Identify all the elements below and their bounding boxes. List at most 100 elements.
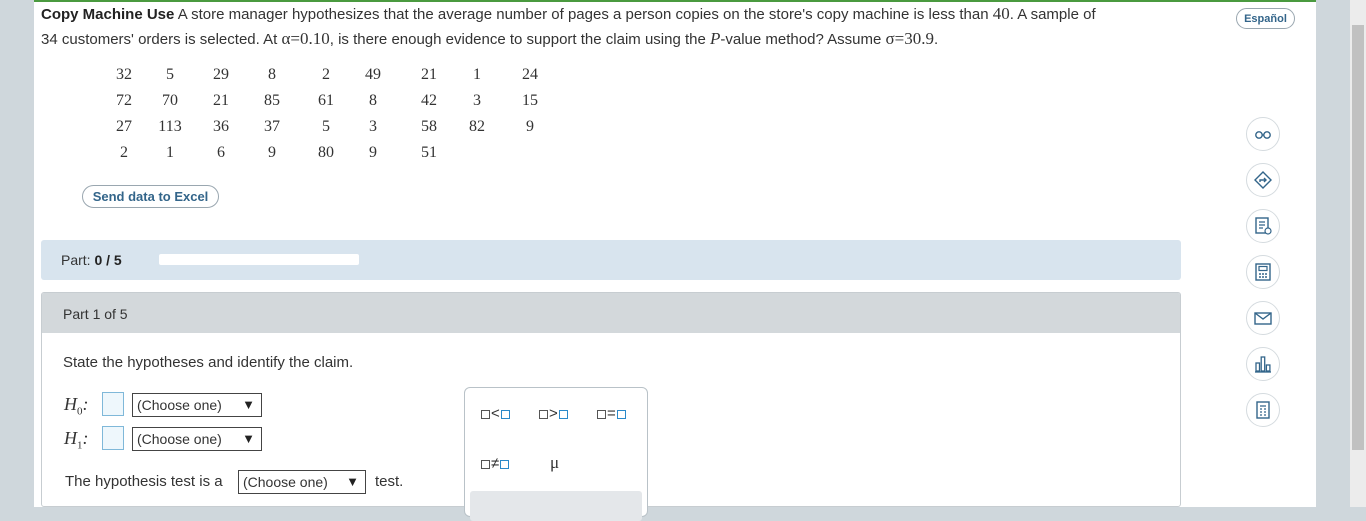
share-arrow-icon [1254,171,1272,189]
checklist-icon [1255,217,1272,235]
data-table: 32 5 29 8 2 49 21 1 24 72 70 21 85 61 8 42 3 15 27 113 36 37 5… [104,62,572,166]
test-type-select[interactable]: (Choose one) ▼ [238,470,366,494]
table-cell: 36 [213,118,229,135]
table-cell: 29 [213,66,229,83]
table-cell: 80 [318,144,334,161]
greater-than-symbol: > [549,405,558,422]
part-header-label: Part 1 of 5 [63,306,128,322]
table-cell: 2 [322,66,330,83]
progress-track [159,254,359,265]
table-cell: 61 [318,92,334,109]
problem-title: Copy Machine Use [41,6,175,23]
table-cell: 37 [264,118,280,135]
table-cell: 49 [365,66,381,83]
table-cell: 15 [522,92,538,109]
problem-text-2: . A sample of [1009,6,1096,23]
table-cell: 5 [322,118,330,135]
placeholder-square-icon [500,409,510,419]
h1-letter: H [64,428,77,448]
alpha-equals: = [290,29,300,48]
table-row: 72 70 21 85 61 8 42 3 15 [104,88,572,114]
progress-value: 0 / 5 [94,252,122,268]
chevron-down-icon: ▼ [242,431,255,446]
h1-symbol-input[interactable] [102,426,124,450]
table-cell: 58 [421,118,437,135]
h1-select-value: (Choose one) [137,431,222,447]
table-cell: 27 [116,118,132,135]
h0-select-value: (Choose one) [137,397,222,413]
palette-footer [470,491,642,521]
placeholder-square-icon [500,459,510,469]
share-tool-button[interactable] [1246,163,1280,197]
placeholder-square-icon [539,409,548,419]
table-cell [488,140,572,166]
calculator-icon [1255,263,1271,281]
table-cell: 1 [166,144,174,161]
send-data-to-excel-button[interactable]: Send data to Excel [82,185,219,208]
table-cell: 51 [421,144,437,161]
progress-label-text: Part: [61,252,91,268]
problem-text-1: A store manager hypothesizes that the av… [177,6,989,23]
right-rail [1316,0,1350,507]
bar-chart-icon [1255,356,1271,373]
not-equal-button[interactable]: ≠ [480,455,510,472]
mu-button[interactable]: μ [550,453,559,473]
table-cell: 2 [120,144,128,161]
table-cell: 72 [116,92,132,109]
chevron-down-icon: ▼ [242,397,255,412]
problem-text-3: customers' orders is selected. At [61,31,278,48]
table-cell: 3 [473,92,481,109]
test-type-select-value: (Choose one) [243,474,328,490]
mail-icon [1254,312,1272,325]
data-table-tool-button[interactable] [1246,393,1280,427]
mu-value: 40 [992,4,1010,23]
part-header: Part 1 of 5 [42,293,1180,333]
progress-bar-section: Part: 0 / 5 [41,240,1181,280]
table-cell: 42 [421,92,437,109]
h1-colon: : [82,428,89,448]
h1-label: H1: [64,428,89,452]
sigma-symbol: σ [885,29,895,48]
chevron-down-icon: ▼ [346,474,359,489]
h0-label: H0: [64,394,89,418]
greater-than-button[interactable]: > [538,405,569,422]
h0-colon: : [82,394,89,414]
checklist-tool-button[interactable] [1246,209,1280,243]
table-cell: 8 [369,92,377,109]
table-cell: 9 [369,144,377,161]
table-cell: 21 [421,66,437,83]
table-cell: 32 [116,66,132,83]
table-cell: 3 [369,118,377,135]
less-than-button[interactable]: < [480,405,511,422]
table-cell: 8 [268,66,276,83]
table-row: 27 113 36 37 5 3 58 82 9 [104,114,572,140]
sigma-value: 30.9 [904,29,934,48]
table-cell: 113 [158,118,182,135]
test-sentence-start: The hypothesis test is a [65,473,223,490]
table-cell: 9 [526,118,534,135]
table-cell: 1 [473,66,481,83]
calculator-tool-button[interactable] [1246,255,1280,289]
equals-button[interactable]: = [596,405,627,422]
language-toggle-button[interactable]: Español [1236,8,1295,29]
test-type-sentence: The hypothesis test is a [65,473,223,490]
data-table-icon [1256,401,1270,419]
placeholder-square-icon [558,409,568,419]
h0-symbol-input[interactable] [102,392,124,416]
h0-select[interactable]: (Choose one) ▼ [132,393,262,417]
problem-text-5: -value method? Assume [720,31,882,48]
sample-size: 34 [41,31,58,48]
table-cell [466,140,488,166]
mail-tool-button[interactable] [1246,301,1280,335]
test-sentence-end: test. [375,473,404,490]
table-cell: 85 [264,92,280,109]
table-row: 32 5 29 8 2 49 21 1 24 [104,62,572,88]
table-cell: 82 [469,118,485,135]
h1-select[interactable]: (Choose one) ▼ [132,427,262,451]
placeholder-square-icon [481,459,490,469]
glasses-tool-button[interactable] [1246,117,1280,151]
scrollbar-thumb[interactable] [1352,25,1364,450]
sigma-equals: = [894,29,905,48]
chart-tool-button[interactable] [1246,347,1280,381]
equals-symbol: = [607,405,616,422]
